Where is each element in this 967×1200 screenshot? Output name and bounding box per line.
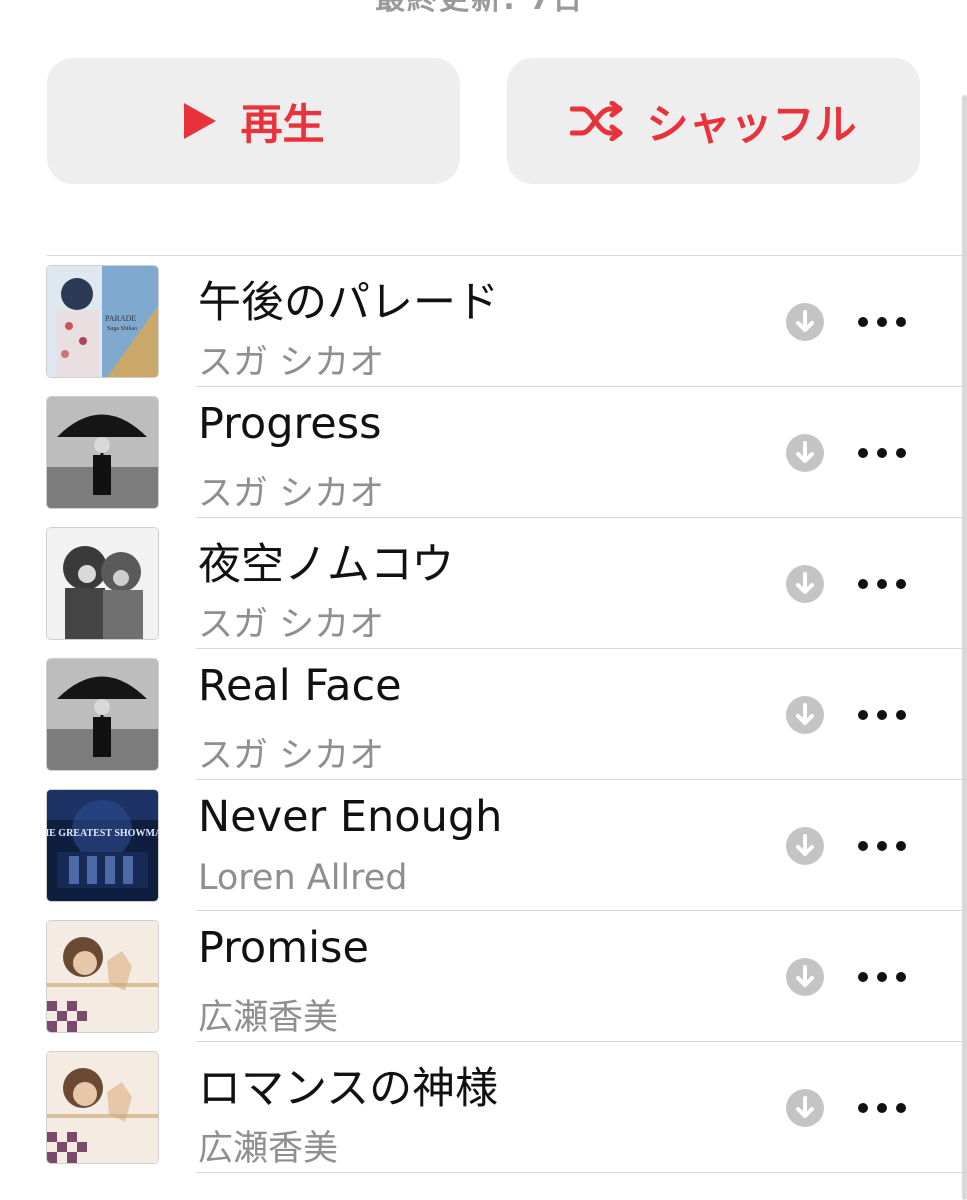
track-title: ロマンスの神様 [198, 1064, 499, 1114]
track-title: 夜空ノムコウ [198, 540, 455, 590]
play-icon [184, 103, 217, 139]
track-artist: スガ シカオ [198, 736, 385, 776]
track-artist: Loren Allred [198, 858, 408, 898]
more-icon[interactable] [858, 967, 906, 987]
album-art-text: PARADE [105, 314, 136, 323]
more-icon[interactable] [858, 705, 906, 725]
track-list: PARADE Suga Shikao 午後のパレード スガ シカオ Progre… [0, 256, 967, 1173]
album-art: PARADE Suga Shikao [47, 266, 158, 377]
download-icon[interactable] [786, 565, 824, 603]
album-art: THE GREATEST SHOWMAN [47, 790, 158, 901]
shuffle-button-label: シャッフル [646, 99, 857, 149]
track-row[interactable]: Real Face スガ シカオ [0, 649, 967, 780]
track-artist: スガ シカオ [198, 474, 385, 514]
download-icon[interactable] [786, 958, 824, 996]
track-row[interactable]: PARADE Suga Shikao 午後のパレード スガ シカオ [0, 256, 967, 387]
album-art [47, 528, 158, 639]
track-artist: 広瀬香美 [198, 1129, 339, 1169]
album-art-text: THE GREATEST SHOWMAN [47, 828, 158, 839]
shuffle-icon [570, 101, 623, 141]
play-button-label: 再生 [240, 99, 325, 149]
track-row[interactable]: Progress スガ シカオ [0, 387, 967, 518]
more-icon[interactable] [858, 1098, 906, 1118]
track-title: Promise [198, 923, 369, 973]
play-button[interactable]: 再生 [47, 58, 460, 184]
album-art [47, 659, 158, 770]
more-icon[interactable] [858, 574, 906, 594]
last-updated-text: 最終更新: 7日 [375, 0, 584, 18]
track-title: Never Enough [198, 792, 503, 842]
track-row[interactable]: 夜空ノムコウ スガ シカオ [0, 518, 967, 649]
more-icon[interactable] [858, 312, 906, 332]
track-title: Progress [198, 399, 382, 449]
shuffle-button[interactable]: シャッフル [507, 58, 920, 184]
album-art [47, 921, 158, 1032]
track-artist: 広瀬香美 [198, 998, 339, 1038]
more-icon[interactable] [858, 443, 906, 463]
album-art-subtext: Suga Shikao [107, 326, 137, 332]
track-title: 午後のパレード [198, 278, 499, 328]
download-icon[interactable] [786, 303, 824, 341]
album-art [47, 397, 158, 508]
more-icon[interactable] [858, 836, 906, 856]
download-icon[interactable] [786, 696, 824, 734]
album-art [47, 1052, 158, 1163]
track-artist: スガ シカオ [198, 343, 385, 383]
track-row[interactable]: ロマンスの神様 広瀬香美 [0, 1042, 967, 1173]
track-row[interactable]: THE GREATEST SHOWMAN Never Enough Loren … [0, 780, 967, 911]
track-title: Real Face [198, 661, 402, 711]
track-row[interactable]: Promise 広瀬香美 [0, 911, 967, 1042]
track-artist: スガ シカオ [198, 605, 385, 645]
download-icon[interactable] [786, 1089, 824, 1127]
download-icon[interactable] [786, 827, 824, 865]
download-icon[interactable] [786, 434, 824, 472]
